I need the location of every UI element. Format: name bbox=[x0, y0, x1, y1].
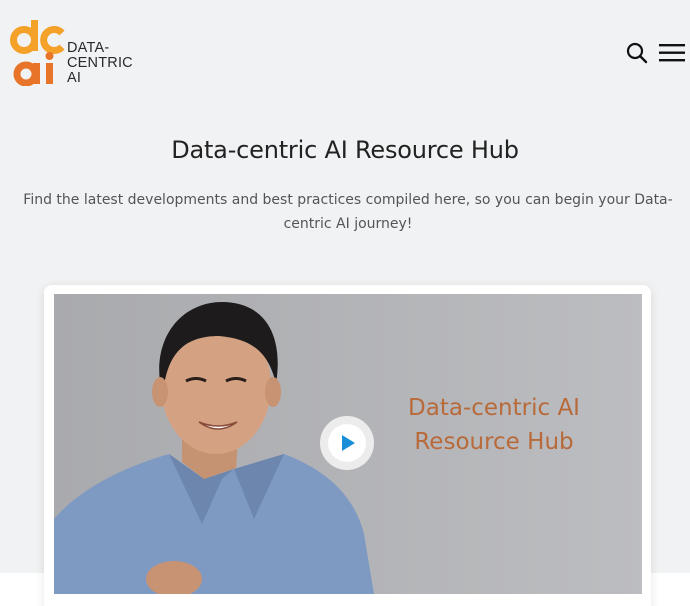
page-subtitle: Find the latest developments and best pr… bbox=[23, 192, 673, 232]
video-title-line-1: Data-centric AI bbox=[408, 395, 580, 421]
logo-text-line-1: DATA- bbox=[67, 40, 110, 56]
hamburger-menu-icon bbox=[659, 44, 685, 62]
video-player[interactable]: Data-centric AI Resource Hub bbox=[54, 294, 642, 594]
page: DATA- CENTRIC AI Data-centric AI Resourc… bbox=[0, 0, 690, 606]
video-title-line-2: Resource Hub bbox=[414, 429, 574, 455]
video-title: Data-centric AI Resource Hub bbox=[354, 391, 634, 459]
site-header: DATA- CENTRIC AI bbox=[0, 0, 690, 100]
logo-text-line-3: AI bbox=[67, 70, 82, 86]
search-button[interactable] bbox=[626, 42, 648, 64]
logo-text: DATA- CENTRIC AI bbox=[67, 41, 133, 86]
page-title: Data-centric AI Resource Hub bbox=[171, 136, 519, 164]
play-icon bbox=[342, 435, 355, 451]
logo-mark bbox=[10, 20, 65, 86]
menu-button[interactable] bbox=[659, 43, 685, 63]
logo-text-line-2: CENTRIC bbox=[67, 55, 133, 71]
search-icon bbox=[626, 42, 648, 64]
dcai-logo[interactable]: DATA- CENTRIC AI bbox=[10, 20, 140, 88]
video-card: Data-centric AI Resource Hub bbox=[44, 285, 651, 606]
play-button[interactable] bbox=[320, 416, 374, 470]
